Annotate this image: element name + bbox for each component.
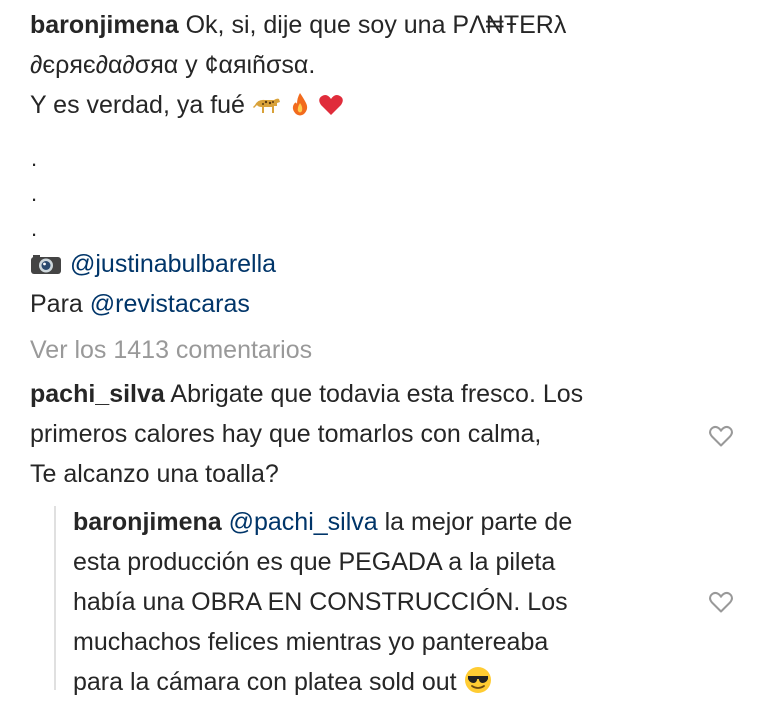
comment-text: Abrigate que todavia esta fresco. Los — [170, 380, 584, 408]
caption-line-3: Y es verdad, ya fué — [30, 85, 730, 125]
reply-text: esta producción es que PEGADA a la pilet… — [73, 548, 556, 576]
para-line: Para @revistacaras — [30, 284, 250, 324]
credit-mention[interactable]: @justinabulbarella — [70, 244, 276, 284]
reply-text: muchachos felices mientras yo pantereaba — [73, 628, 549, 656]
para-prefix: Para — [30, 290, 83, 318]
comment-line: pachi_silva Abrigate que todavia esta fr… — [30, 374, 690, 414]
photo-credit: @justinabulbarella — [30, 244, 276, 284]
leopard-emoji — [252, 98, 280, 113]
caption-text-3: Y es verdad, ya fué — [30, 91, 245, 119]
red-heart-emoji — [319, 95, 343, 115]
view-all-comments-link[interactable]: Ver los 1413 comentarios — [30, 330, 312, 370]
comment: pachi_silva Abrigate que todavia esta fr… — [30, 374, 690, 494]
reply-comment: baronjimena @pachi_silva la mejor parte … — [73, 502, 693, 702]
reply-text: la mejor parte de — [384, 508, 573, 536]
caption-username[interactable]: baronjimena — [30, 11, 179, 39]
comment-username[interactable]: pachi_silva — [30, 380, 165, 408]
caption-dot: . — [31, 146, 38, 171]
fire-emoji — [292, 93, 307, 116]
reply-thread-line — [54, 506, 56, 690]
caption-dot: . — [31, 181, 38, 206]
reply-line: para la cámara con platea sold out — [73, 662, 693, 702]
comment-text: primeros calores hay que tomarlos con ca… — [30, 420, 542, 448]
sunglasses-emoji — [464, 667, 491, 693]
camera-icon — [31, 255, 61, 274]
heart-outline-icon[interactable] — [708, 424, 734, 448]
reply-username[interactable]: baronjimena — [73, 508, 222, 536]
caption-line-1: baronjimena Ok, si, dije que soy una PΛ₦… — [30, 5, 730, 45]
caption-dot: . — [31, 216, 38, 241]
para-mention[interactable]: @revistacaras — [90, 290, 250, 318]
post-caption: baronjimena Ok, si, dije que soy una PΛ₦… — [30, 5, 730, 125]
heart-outline-icon[interactable] — [708, 590, 734, 614]
reply-line: baronjimena @pachi_silva la mejor parte … — [73, 502, 693, 542]
reply-mention[interactable]: @pachi_silva — [229, 508, 378, 536]
reply-text: para la cámara con platea sold out — [73, 668, 457, 696]
caption-text-1: Ok, si, dije que soy una PΛ₦ŦERλ — [185, 11, 567, 39]
reply-text: había una OBRA EN CONSTRUCCIÓN. Los — [73, 588, 568, 616]
caption-text-2: ∂єρяє∂α∂σяα у ¢αяιñσѕα. — [30, 51, 316, 79]
comment-text: Te alcanzo una toalla? — [30, 460, 279, 488]
